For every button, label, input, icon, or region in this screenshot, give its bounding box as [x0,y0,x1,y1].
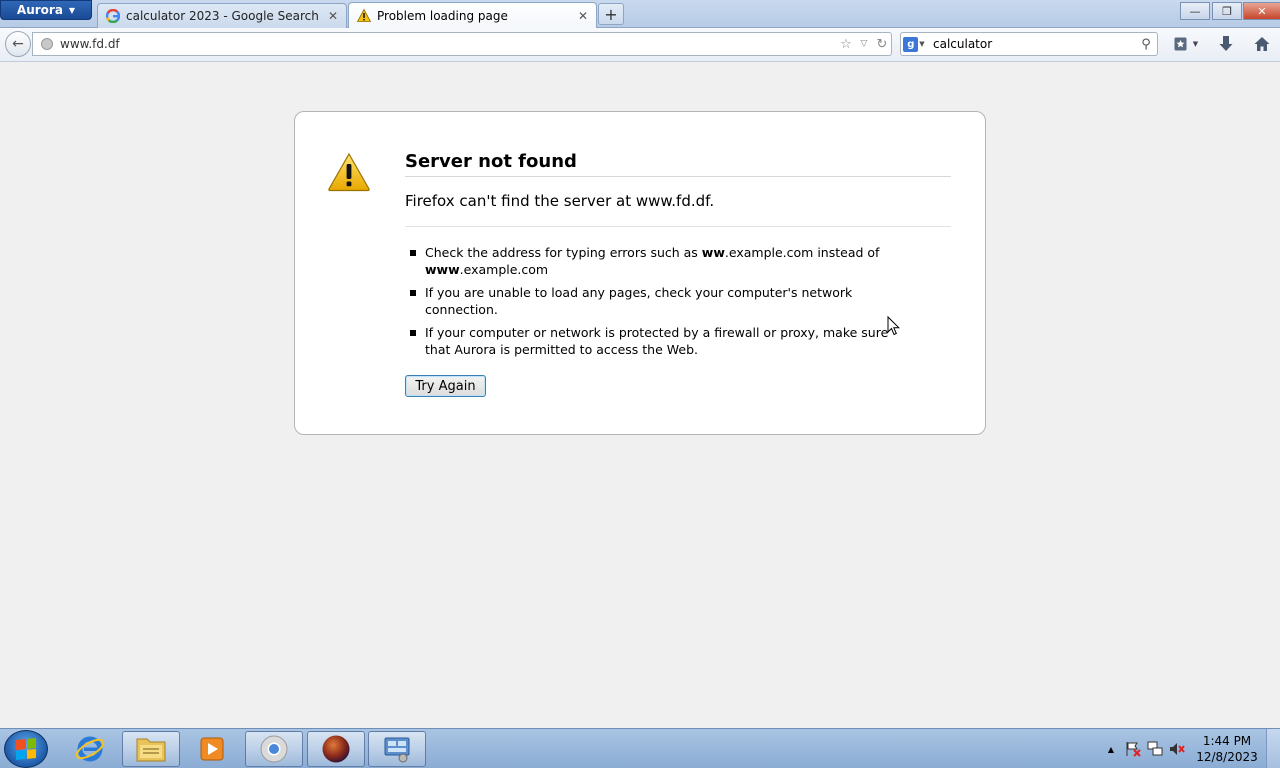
navigation-toolbar: ← ☆ ▽ ↻ g ▼ ⚲ ▼ [0,28,1280,62]
network-icon[interactable] [1144,738,1166,760]
file-explorer-icon [136,738,166,762]
control-panel-icon [384,737,410,763]
google-icon [106,9,120,23]
chevron-down-icon: ▼ [919,40,925,48]
taskbar-media-player[interactable] [183,731,241,767]
restore-button[interactable]: ❐ [1212,2,1242,20]
error-page-container: Server not found Firefox can't find the … [294,111,986,435]
system-tray: ▲ 1:44 PM 12/8/2023 [1100,729,1280,768]
app-menu-label: Aurora [16,3,63,17]
close-window-button[interactable]: ✕ [1243,2,1280,20]
action-center-icon[interactable] [1122,738,1144,760]
warning-icon [357,9,371,22]
back-button[interactable]: ← [5,31,31,57]
list-item: If your computer or network is protected… [405,324,895,358]
tab-strip: Aurora ▼ calculator 2023 - Google Search… [0,0,1280,28]
url-bar[interactable]: ☆ ▽ ↻ [32,32,892,56]
bullet-bold-text: ww [701,245,725,260]
error-suggestions-list: Check the address for typing errors such… [405,244,895,364]
downloads-button[interactable] [1214,33,1238,55]
start-button[interactable] [4,730,48,768]
minimize-icon: — [1189,4,1201,18]
history-dropdown-icon[interactable]: ▽ [855,34,873,54]
bookmarks-menu-button[interactable]: ▼ [1170,33,1202,55]
firefox-aurora-icon [322,735,350,763]
plus-icon: + [604,4,618,24]
show-desktop-button[interactable] [1266,729,1280,768]
chevron-down-icon: ▼ [68,5,76,15]
taskbar-firefox-aurora[interactable] [307,731,365,767]
error-title: Server not found [405,151,951,177]
tab-title: Problem loading page [377,8,508,23]
chrome-icon [260,735,288,763]
search-icon[interactable]: ⚲ [1135,37,1157,52]
minimize-button[interactable]: — [1180,2,1210,20]
search-input[interactable] [927,34,1135,54]
clock-time: 1:44 PM [1202,734,1252,748]
tab-problem-loading[interactable]: Problem loading page ✕ [348,2,597,28]
site-identity-icon[interactable] [37,34,57,54]
system-clock[interactable]: 1:44 PM 12/8/2023 [1188,733,1266,765]
taskbar: ▲ 1:44 PM 12/8/2023 [0,728,1280,768]
close-icon[interactable]: ✕ [328,9,338,23]
bullet-bold-text: www [425,262,460,277]
internet-explorer-icon [75,736,105,762]
google-search-icon: g [903,36,919,52]
close-icon: ✕ [1257,4,1267,18]
warning-icon [328,152,370,192]
bookmarks-icon [1174,37,1187,51]
search-bar[interactable]: g ▼ ⚲ [900,32,1158,56]
taskbar-control-panel[interactable] [368,731,426,767]
chevron-down-icon: ▼ [1192,40,1199,48]
url-input[interactable] [57,34,837,54]
bullet-text: .example.com [459,262,549,277]
taskbar-file-explorer[interactable] [122,731,180,767]
chevron-up-icon: ▲ [1107,744,1115,754]
show-hidden-icons-button[interactable]: ▲ [1100,738,1122,760]
list-item: If you are unable to load any pages, che… [405,284,895,318]
clock-date: 12/8/2023 [1196,750,1258,764]
mouse-cursor-icon [887,316,901,336]
list-item: Check the address for typing errors such… [405,244,895,278]
search-engine-selector[interactable]: g ▼ [901,34,927,54]
new-tab-button[interactable]: + [598,3,624,25]
home-icon [1254,37,1270,51]
volume-muted-icon[interactable] [1166,738,1188,760]
restore-icon: ❐ [1222,4,1232,18]
back-arrow-icon: ← [12,36,24,52]
bookmark-star-icon[interactable]: ☆ [837,34,855,54]
taskbar-internet-explorer[interactable] [61,731,119,767]
app-menu-button[interactable]: Aurora ▼ [0,0,92,20]
error-description: Firefox can't find the server at www.fd.… [405,192,951,227]
reload-icon[interactable]: ↻ [873,34,891,54]
windows-logo-icon [16,737,36,761]
media-player-icon [200,737,224,761]
bullet-text: .example.com instead of [724,245,880,260]
bullet-text: Check the address for typing errors such… [425,245,702,260]
try-again-button[interactable]: Try Again [405,375,486,397]
close-icon[interactable]: ✕ [578,9,588,23]
download-arrow-icon [1219,36,1233,51]
tab-google-search[interactable]: calculator 2023 - Google Search ✕ [97,3,347,28]
tab-title: calculator 2023 - Google Search [126,9,319,23]
taskbar-chrome[interactable] [245,731,303,767]
home-button[interactable] [1250,33,1274,55]
